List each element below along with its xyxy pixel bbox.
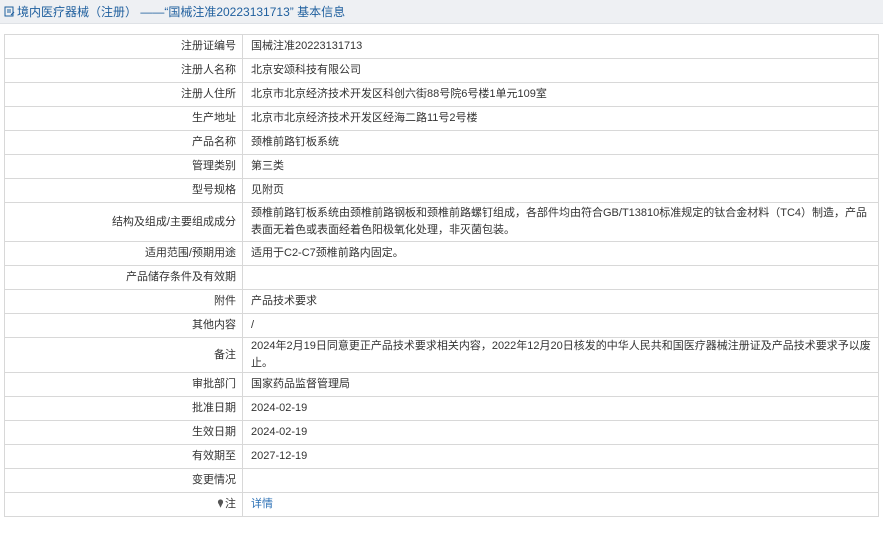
table-row: 产品储存条件及有效期 (4, 265, 879, 290)
note-label: 注 (225, 498, 236, 510)
field-label: 管理类别 (4, 154, 243, 179)
field-value: 产品技术要求 (242, 289, 879, 314)
document-edit-icon (4, 6, 15, 17)
field-label: 型号规格 (4, 178, 243, 203)
field-label: 附件 (4, 289, 243, 314)
field-label: 注册人住所 (4, 82, 243, 107)
field-value: 适用于C2-C7颈椎前路内固定。 (242, 241, 879, 266)
field-value: 颈椎前路钉板系统 (242, 130, 879, 155)
table-row: 型号规格 见附页 (4, 178, 879, 203)
table-row: 备注 2024年2月19日同意更正产品技术要求相关内容，2022年12月20日核… (4, 337, 879, 373)
field-label: 产品名称 (4, 130, 243, 155)
field-value: 第三类 (242, 154, 879, 179)
table-row: 生效日期 2024-02-19 (4, 420, 879, 445)
field-value: 国家药品监督管理局 (242, 372, 879, 397)
field-label: 结构及组成/主要组成成分 (4, 202, 243, 242)
field-label: 产品储存条件及有效期 (4, 265, 243, 290)
field-label: 注册人名称 (4, 58, 243, 83)
field-value (242, 265, 879, 290)
field-label: 有效期至 (4, 444, 243, 469)
table-row: 其他内容 / (4, 313, 879, 338)
field-value: 2024年2月19日同意更正产品技术要求相关内容，2022年12月20日核发的中… (242, 337, 879, 373)
field-value: 北京市北京经济技术开发区经海二路11号2号楼 (242, 106, 879, 131)
field-label: 备注 (4, 337, 243, 373)
field-label: 其他内容 (4, 313, 243, 338)
note-value-cell: 详情 (242, 492, 879, 517)
field-label: 变更情况 (4, 468, 243, 493)
field-value: 见附页 (242, 178, 879, 203)
table-row: 审批部门 国家药品监督管理局 (4, 372, 879, 397)
details-link[interactable]: 详情 (251, 498, 273, 510)
field-label: 生产地址 (4, 106, 243, 131)
table-row: 注册人住所 北京市北京经济技术开发区科创六街88号院6号楼1单元109室 (4, 82, 879, 107)
field-value: / (242, 313, 879, 338)
table-row: 产品名称 颈椎前路钉板系统 (4, 130, 879, 155)
field-label: 审批部门 (4, 372, 243, 397)
field-label: 适用范围/预期用途 (4, 241, 243, 266)
pin-icon (217, 499, 224, 508)
table-row: 注册人名称 北京安颂科技有限公司 (4, 58, 879, 83)
field-label: 批准日期 (4, 396, 243, 421)
field-value: 北京市北京经济技术开发区科创六街88号院6号楼1单元109室 (242, 82, 879, 107)
field-value: 2024-02-19 (242, 396, 879, 421)
table-row: 注册证编号 国械注准20223131713 (4, 34, 879, 59)
field-value: 2024-02-19 (242, 420, 879, 445)
field-label: 注册证编号 (4, 34, 243, 59)
field-value: 2027-12-19 (242, 444, 879, 469)
note-label-cell: 注 (4, 492, 243, 517)
info-table: 注册证编号 国械注准20223131713 注册人名称 北京安颂科技有限公司 注… (4, 34, 879, 517)
note-row: 注 详情 (4, 492, 879, 517)
table-row: 管理类别 第三类 (4, 154, 879, 179)
field-value (242, 468, 879, 493)
page-title: 境内医疗器械（注册） ——“国械注准20223131713” 基本信息 (17, 5, 346, 19)
table-row: 结构及组成/主要组成成分 颈椎前路钉板系统由颈椎前路钢板和颈椎前路螺钉组成，各部… (4, 202, 879, 242)
field-label: 生效日期 (4, 420, 243, 445)
table-row: 适用范围/预期用途 适用于C2-C7颈椎前路内固定。 (4, 241, 879, 266)
field-value: 颈椎前路钉板系统由颈椎前路钢板和颈椎前路螺钉组成，各部件均由符合GB/T1381… (242, 202, 879, 242)
field-value: 北京安颂科技有限公司 (242, 58, 879, 83)
table-row: 批准日期 2024-02-19 (4, 396, 879, 421)
table-row: 有效期至 2027-12-19 (4, 444, 879, 469)
table-row: 变更情况 (4, 468, 879, 493)
table-row: 生产地址 北京市北京经济技术开发区经海二路11号2号楼 (4, 106, 879, 131)
table-row: 附件 产品技术要求 (4, 289, 879, 314)
field-value: 国械注准20223131713 (242, 34, 879, 59)
page-header: 境内医疗器械（注册） ——“国械注准20223131713” 基本信息 (0, 0, 883, 24)
